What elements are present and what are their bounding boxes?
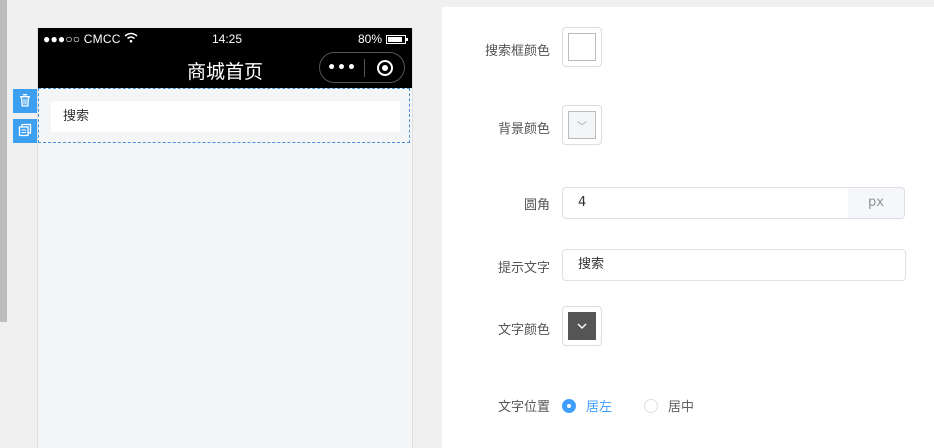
delete-button[interactable]: [13, 89, 37, 113]
preview-search-box: 搜索: [51, 101, 400, 132]
target-icon[interactable]: [365, 59, 404, 76]
copy-icon: [18, 122, 32, 141]
radius-unit: px: [848, 187, 905, 219]
text-position-label: 文字位置: [497, 400, 550, 415]
radio-align-left-label: 居左: [586, 400, 613, 415]
radius-input[interactable]: 4: [562, 187, 849, 219]
placeholder-text-label: 提示文字: [497, 261, 550, 276]
text-color-label: 文字颜色: [497, 323, 550, 338]
radio-align-center[interactable]: 居中: [644, 396, 694, 415]
radio-checked-icon: [562, 398, 576, 413]
radio-unchecked-icon: [644, 398, 658, 413]
radio-align-left[interactable]: 居左: [562, 396, 612, 415]
settings-panel: 搜索框颜色 背景颜色 ﹀ 圆角 4 px 提示文字 搜索 文字颜色 文字位置 居…: [442, 7, 934, 448]
wifi-icon: [124, 32, 138, 46]
more-dots-icon[interactable]: •••: [320, 61, 364, 75]
search-box-color-label: 搜索框颜色: [484, 44, 550, 59]
radius-label: 圆角: [523, 198, 550, 213]
search-box-color-picker[interactable]: [562, 27, 602, 67]
battery-icon: [386, 34, 408, 44]
status-time: 14:25: [212, 32, 243, 46]
phone-header: ●●●○○ CMCC 14:25 80% 商城首页 •••: [38, 28, 412, 88]
scroll-strip: [0, 0, 7, 322]
background-color-label: 背景颜色: [497, 122, 550, 137]
background-color-picker[interactable]: ﹀: [562, 105, 602, 145]
battery-status: 80%: [357, 32, 408, 46]
placeholder-text-input[interactable]: 搜索: [562, 249, 906, 281]
chevron-down-icon: ﹀: [568, 111, 596, 139]
chevron-down-icon: [568, 312, 596, 340]
trash-icon: [18, 92, 32, 111]
search-box-color-swatch: [568, 33, 596, 61]
status-bar: ●●●○○ CMCC 14:25 80%: [38, 28, 412, 50]
copy-button[interactable]: [13, 119, 37, 143]
battery-percent: 80%: [357, 32, 382, 46]
phone-preview: ●●●○○ CMCC 14:25 80% 商城首页 ••• 搜索: [37, 28, 413, 448]
search-component-selected[interactable]: 搜索: [38, 88, 410, 143]
mini-program-capsule: •••: [319, 52, 405, 83]
text-color-picker[interactable]: [562, 306, 602, 346]
carrier-text: ●●●○○ CMCC: [43, 32, 121, 46]
radio-align-center-label: 居中: [668, 400, 695, 415]
